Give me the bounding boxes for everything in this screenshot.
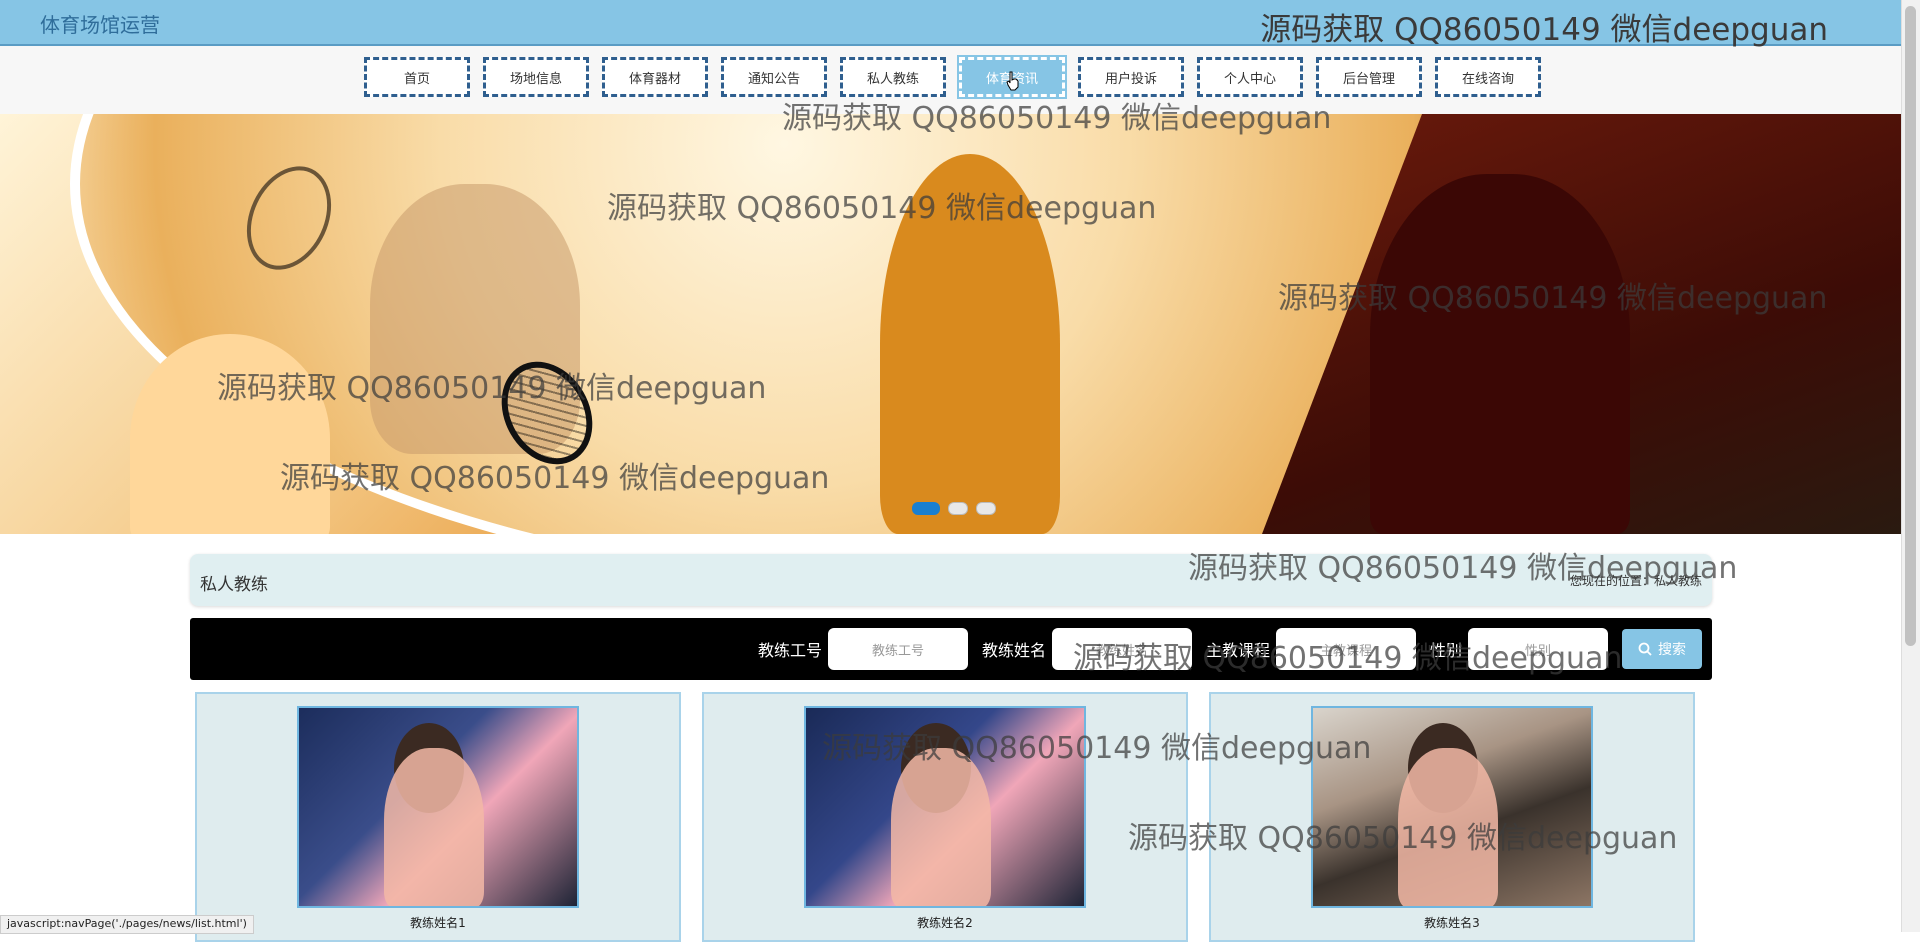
nav-item-coaches[interactable]: 私人教练 bbox=[840, 57, 946, 97]
coach-name-label: 教练姓名 bbox=[982, 641, 1047, 660]
search-group-gender: 性别 性别 bbox=[1430, 628, 1609, 670]
nav-item-home[interactable]: 首页 bbox=[364, 57, 470, 97]
coach-card[interactable]: 教练姓名1 bbox=[195, 692, 681, 942]
course-label: 主教课程 bbox=[1206, 641, 1271, 660]
nav-list: 首页 场地信息 体育器材 通知公告 私人教练 体育资讯 用户投诉 个人中心 后台… bbox=[364, 55, 1544, 99]
search-button[interactable]: 搜索 bbox=[1622, 629, 1702, 669]
nav-item-equipment[interactable]: 体育器材 bbox=[602, 57, 708, 97]
nav-item-profile[interactable]: 个人中心 bbox=[1197, 57, 1303, 97]
coach-id-input[interactable]: 教练工号 bbox=[828, 628, 969, 670]
coach-photo[interactable] bbox=[804, 706, 1086, 908]
nav-item-complaints[interactable]: 用户投诉 bbox=[1078, 57, 1184, 97]
coach-photo[interactable] bbox=[297, 706, 579, 908]
nav-item-notices[interactable]: 通知公告 bbox=[721, 57, 827, 97]
carousel-dot-3[interactable] bbox=[976, 502, 996, 515]
coach-card[interactable]: 教练姓名2 bbox=[702, 692, 1188, 942]
coach-name[interactable]: 教练姓名3 bbox=[1211, 914, 1693, 931]
banner-silhouette bbox=[1370, 174, 1630, 534]
hero-banner[interactable] bbox=[0, 114, 1902, 534]
search-bar: 教练工号 教练工号 教练姓名 教练姓名 主教课程 主教课程 性别 性别 搜索 bbox=[190, 618, 1712, 680]
coach-id-label: 教练工号 bbox=[758, 641, 823, 660]
nav-item-admin[interactable]: 后台管理 bbox=[1316, 57, 1422, 97]
coach-photo[interactable] bbox=[1311, 706, 1593, 908]
coach-card[interactable]: 教练姓名3 bbox=[1209, 692, 1695, 942]
photo-decoration bbox=[384, 748, 484, 906]
gender-label: 性别 bbox=[1430, 641, 1463, 660]
carousel-dot-1[interactable] bbox=[912, 502, 940, 515]
section-header: 私人教练 您现在的位置：私人教练 bbox=[190, 554, 1712, 606]
gender-input[interactable]: 性别 bbox=[1468, 628, 1609, 670]
section-title: 私人教练 bbox=[200, 575, 268, 595]
search-group-coach-name: 教练姓名 教练姓名 bbox=[982, 628, 1193, 670]
coach-card-list: 教练姓名1 教练姓名2 教练姓名3 bbox=[195, 692, 1695, 942]
carousel-indicators bbox=[912, 502, 996, 515]
search-button-label: 搜索 bbox=[1658, 642, 1686, 658]
main-nav: 首页 场地信息 体育器材 通知公告 私人教练 体育资讯 用户投诉 个人中心 后台… bbox=[0, 46, 1902, 114]
banner-silhouette bbox=[130, 334, 330, 534]
nav-item-consult[interactable]: 在线咨询 bbox=[1435, 57, 1541, 97]
hand-cursor-icon bbox=[1006, 71, 1019, 91]
nav-item-venues[interactable]: 场地信息 bbox=[483, 57, 589, 97]
photo-decoration bbox=[1398, 748, 1498, 906]
breadcrumb: 您现在的位置：私人教练 bbox=[1569, 574, 1702, 588]
search-group-course: 主教课程 主教课程 bbox=[1206, 628, 1417, 670]
top-header: 体育场馆运营 bbox=[0, 0, 1902, 46]
photo-decoration bbox=[891, 748, 991, 906]
page-scrollbar[interactable] bbox=[1901, 0, 1920, 932]
coach-name[interactable]: 教练姓名1 bbox=[197, 914, 679, 931]
site-title[interactable]: 体育场馆运营 bbox=[40, 9, 160, 38]
carousel-dot-2[interactable] bbox=[948, 502, 968, 515]
coach-name[interactable]: 教练姓名2 bbox=[704, 914, 1186, 931]
course-input[interactable]: 主教课程 bbox=[1276, 628, 1417, 670]
search-group-coach-id: 教练工号 教练工号 bbox=[758, 628, 969, 670]
banner-silhouette bbox=[880, 154, 1060, 534]
search-icon bbox=[1638, 642, 1652, 656]
scrollbar-thumb[interactable] bbox=[1905, 6, 1916, 646]
coach-name-input[interactable]: 教练姓名 bbox=[1052, 628, 1193, 670]
browser-status-bar: javascript:navPage('./pages/news/list.ht… bbox=[0, 915, 254, 934]
